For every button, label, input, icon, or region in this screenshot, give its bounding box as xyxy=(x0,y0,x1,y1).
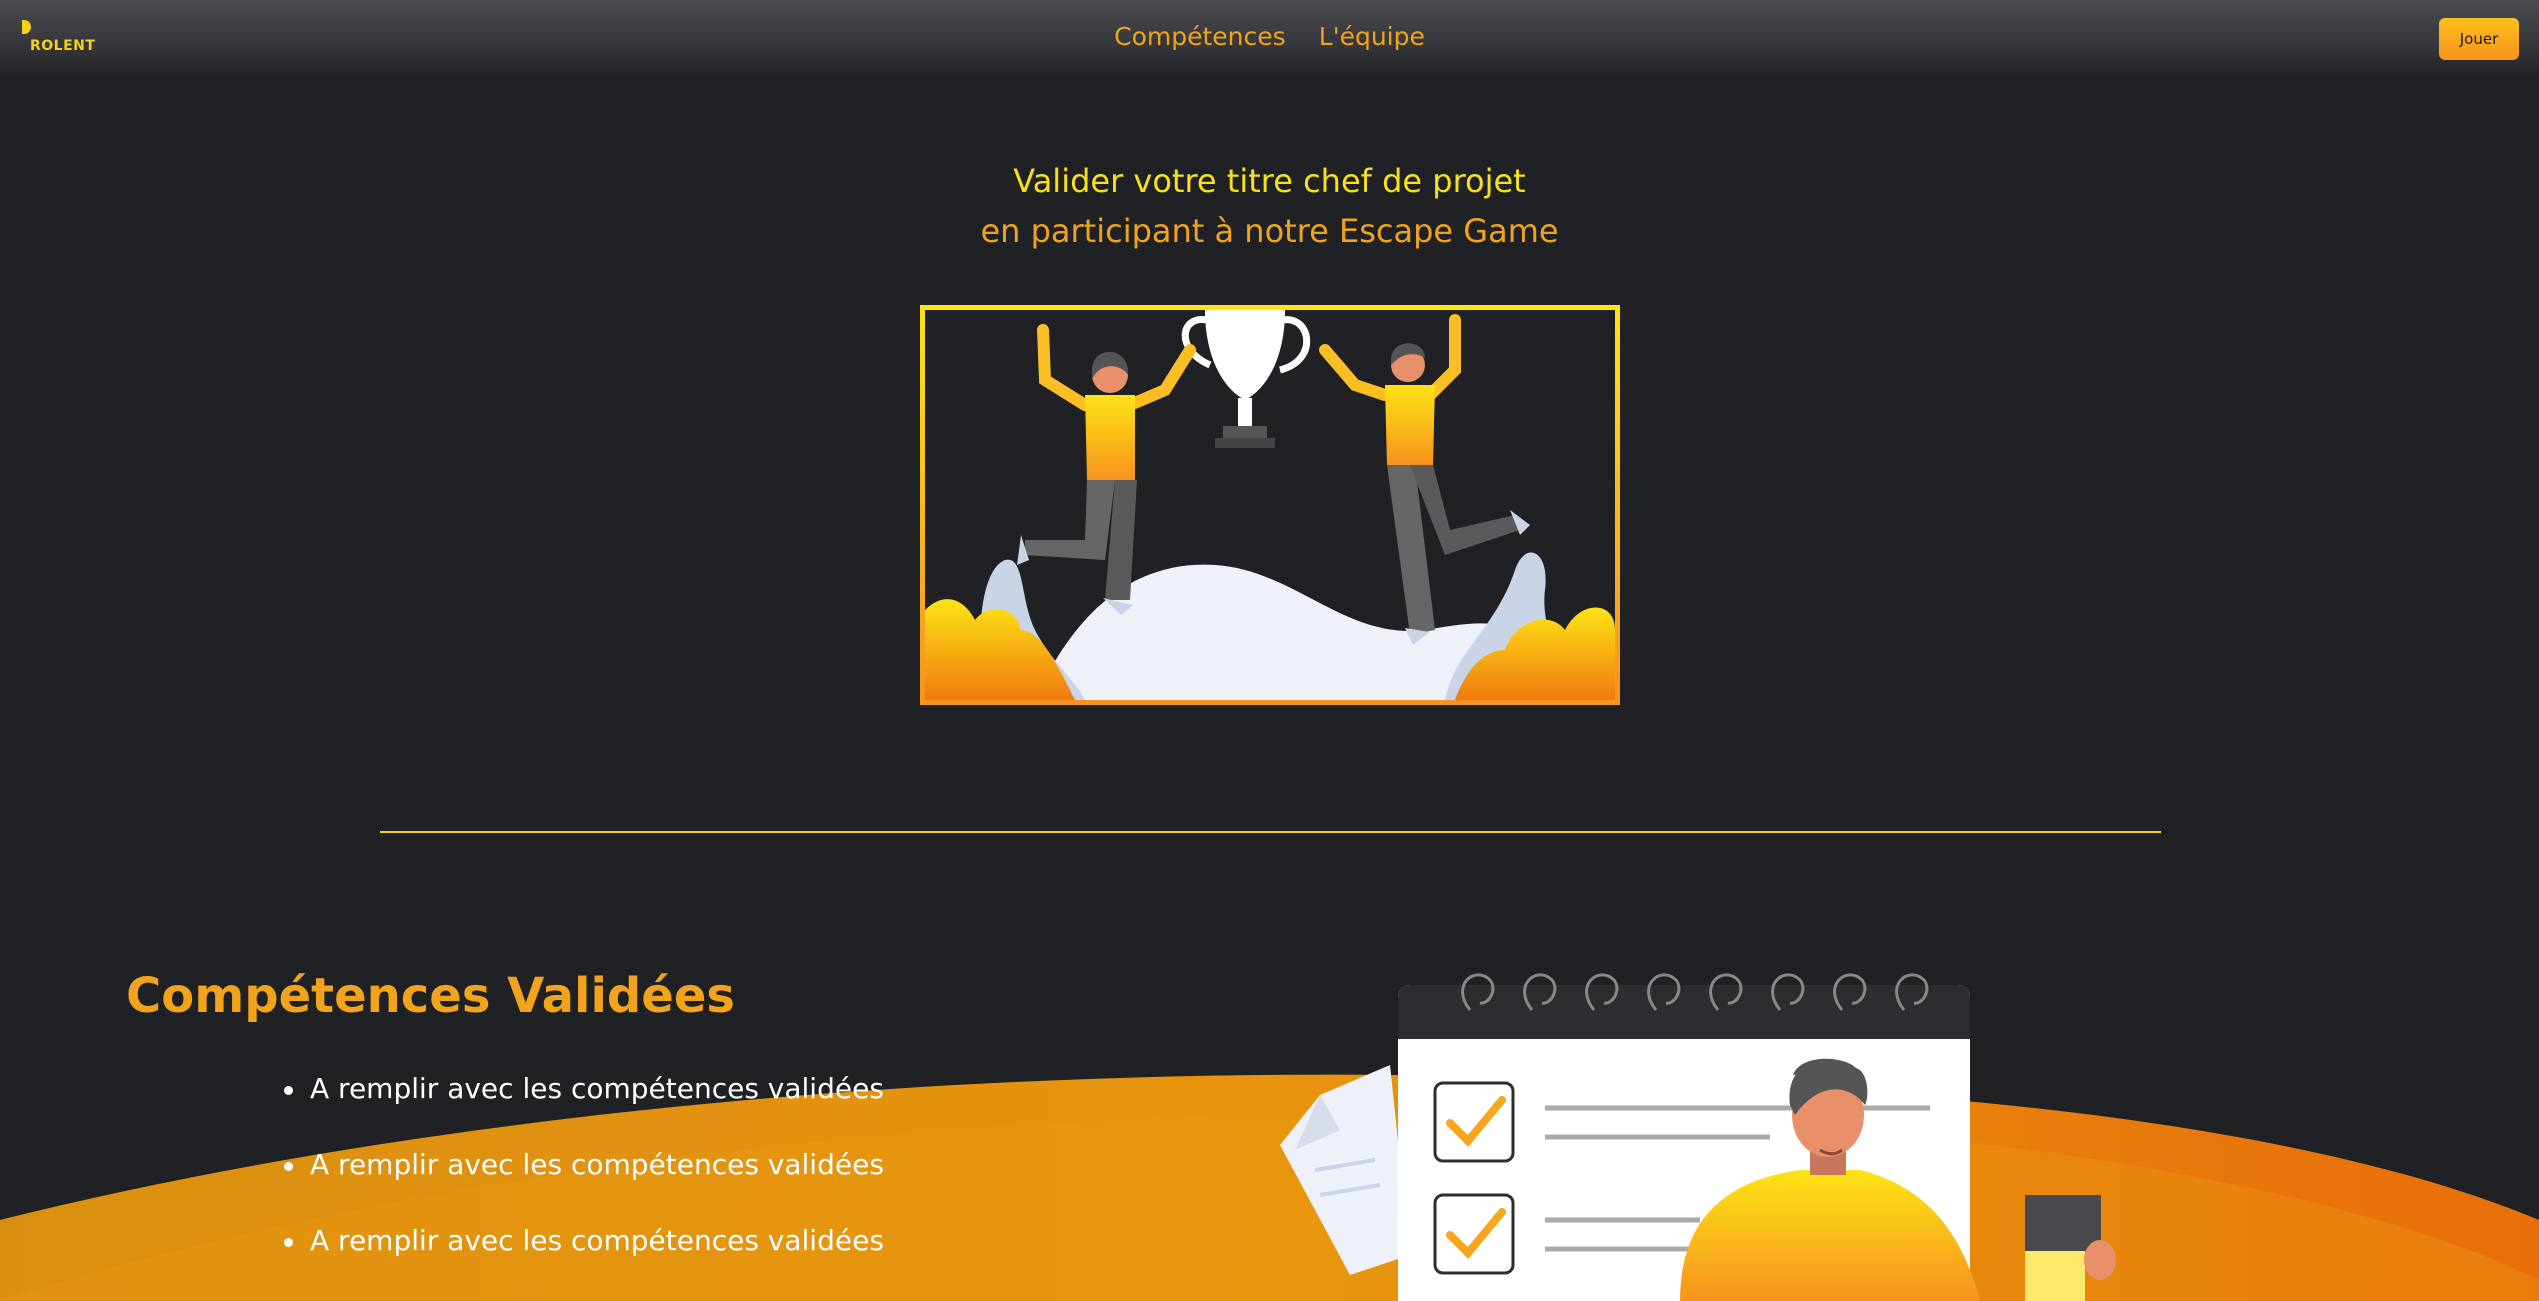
skills-section-title: Compétences Validées xyxy=(126,968,735,1024)
hero-title: Valider votre titre chef de projet xyxy=(1013,162,1526,200)
list-item: A remplir avec les compétences validées xyxy=(280,1224,884,1300)
bullet-icon xyxy=(284,1162,293,1171)
list-item: A remplir avec les compétences validées xyxy=(280,1072,884,1148)
skill-label: A remplir avec les compétences validées xyxy=(310,1224,884,1257)
hero-illustration-frame xyxy=(920,305,1620,705)
hero-subtitle: en participant à notre Escape Game xyxy=(980,212,1559,250)
bullet-icon xyxy=(284,1238,293,1247)
man-figure xyxy=(1319,314,1530,645)
paper-sheet xyxy=(1280,1065,1410,1275)
checklist-illustration xyxy=(1280,973,2116,1301)
celebration-illustration xyxy=(925,310,1615,700)
play-button[interactable]: Jouer xyxy=(2439,18,2519,60)
nav-link-competences[interactable]: Compétences xyxy=(1114,22,1286,51)
trophy-icon xyxy=(1181,310,1311,448)
skill-label: A remplir avec les compétences validées xyxy=(310,1072,884,1105)
skills-list: A remplir avec les compétences validées … xyxy=(280,1072,884,1300)
hero-illustration xyxy=(925,310,1615,700)
list-item: A remplir avec les compétences validées xyxy=(280,1148,884,1224)
nav-links: Compétences L'équipe xyxy=(0,22,2539,51)
bullet-icon xyxy=(284,1086,293,1095)
skill-label: A remplir avec les compétences validées xyxy=(310,1148,884,1181)
top-navbar: ROLENT Compétences L'équipe Jouer xyxy=(0,0,2539,78)
nav-link-team[interactable]: L'équipe xyxy=(1319,22,1425,51)
section-divider xyxy=(380,831,2161,833)
